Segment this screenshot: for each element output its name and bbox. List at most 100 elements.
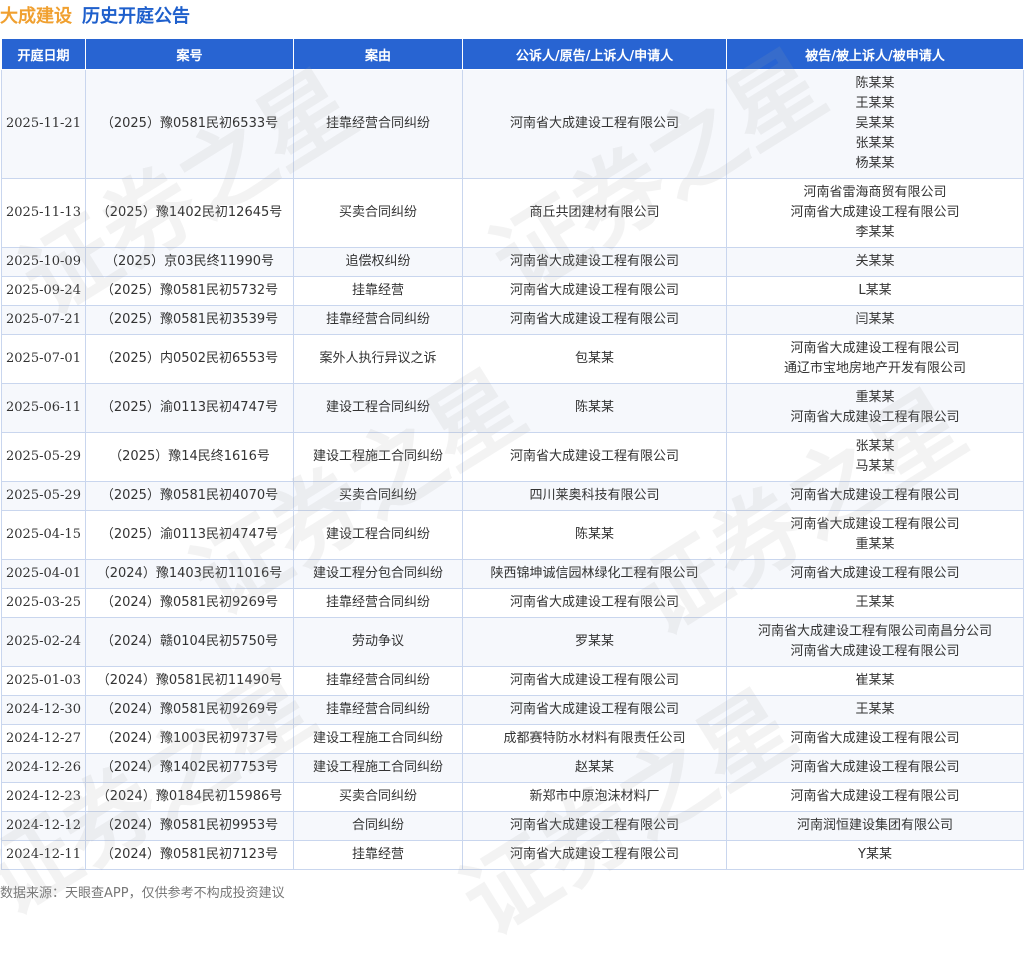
cause-cell: 案外人执行异议之诉 xyxy=(293,334,463,384)
cause-cell: 建设工程分包合同纠纷 xyxy=(293,559,463,589)
cause-cell: 追偿权纠纷 xyxy=(293,247,463,277)
defendant-cell: 河南省大成建设工程有限公司 通辽市宝地房地产开发有限公司 xyxy=(726,334,1024,384)
table-row: 2025-07-01 （2025）内0502民初6553号 案外人执行异议之诉 包某某… xyxy=(1,334,1024,384)
plaintiff-name: 陈某某 xyxy=(574,400,614,415)
hearing-date-cell: 2024-12-12 xyxy=(1,811,86,841)
defendant-cell: 闫某某 xyxy=(726,305,1024,335)
defendant-cell: L某某 xyxy=(726,276,1024,306)
cause-cell: 买卖合同纠纷 xyxy=(293,481,463,511)
data-source-note: 数据来源：天眼查APP，仅供参考不构成投资建议 xyxy=(0,886,285,901)
cause-cell: 买卖合同纠纷 xyxy=(293,178,463,248)
plaintiff-cell: 河南省大成建设工程有限公司 xyxy=(462,432,727,482)
case-number-cell: （2025）豫0581民初3539号 xyxy=(85,305,294,335)
defendant-name: L某某 xyxy=(858,283,892,298)
defendant-name: 吴某某 xyxy=(855,116,895,131)
case-number-cell: （2025）渝0113民初4747号 xyxy=(85,510,294,560)
plaintiff-name: 新郑市中原泡沫材料厂 xyxy=(529,789,660,804)
defendant-cell: 河南省大成建设工程有限公司 xyxy=(726,782,1024,812)
defendant-cell: 陈某某王某某吴某某张某某杨某某 xyxy=(726,69,1024,179)
hearing-date-cell: 2025-02-24 xyxy=(1,617,86,667)
plaintiff-name: 成都赛特防水材料有限责任公司 xyxy=(503,731,686,746)
defendant-name: 河南省大成建设工程有限公司 xyxy=(790,760,960,775)
defendant-name: 河南省大成建设工程有限公司 xyxy=(790,731,960,746)
table-row: 2025-10-09 （2025）京03民终11990号 追偿权纠纷 河南省大成建设工… xyxy=(1,247,1024,277)
plaintiff-cell: 四川莱奥科技有限公司 xyxy=(462,481,727,511)
table-row: 2025-02-24 （2024）赣0104民初5750号 劳动争议 罗某某 河南省大成… xyxy=(1,617,1024,667)
defendant-name: 李某某 xyxy=(855,225,895,240)
plaintiff-cell: 河南省大成建设工程有限公司 xyxy=(462,840,727,870)
cause-cell: 建设工程施工合同纠纷 xyxy=(293,753,463,783)
cause-cell: 挂靠经营合同纠纷 xyxy=(293,695,463,725)
plaintiff-cell: 包某某 xyxy=(462,334,727,384)
plaintiff-cell: 陈某某 xyxy=(462,510,727,560)
plaintiff-cell: 河南省大成建设工程有限公司 xyxy=(462,276,727,306)
defendant-name: 杨某某 xyxy=(855,156,895,171)
defendant-name: 河南省大成建设工程有限公司 xyxy=(790,341,960,356)
hearing-date-cell: 2024-12-23 xyxy=(1,782,86,812)
table-row: 2025-11-21 （2025）豫0581民初6533号 挂靠经营合同纠纷 河南省大… xyxy=(1,69,1024,179)
hearing-date-cell: 2025-09-24 xyxy=(1,276,86,306)
plaintiff-cell: 河南省大成建设工程有限公司 xyxy=(462,811,727,841)
plaintiff-cell: 河南省大成建设工程有限公司 xyxy=(462,695,727,725)
hearing-date-cell: 2024-12-30 xyxy=(1,695,86,725)
table-header-row: 开庭日期 案号 案由 公诉人/原告/上诉人/申请人 被告/被上诉人/被申请人 xyxy=(1,38,1024,70)
hearing-date-cell: 2025-06-11 xyxy=(1,383,86,433)
cause-cell: 建设工程施工合同纠纷 xyxy=(293,724,463,754)
hearing-date-cell: 2025-03-25 xyxy=(1,588,86,618)
cause-cell: 挂靠经营合同纠纷 xyxy=(293,588,463,618)
defendant-name: 陈某某 xyxy=(855,76,895,91)
defendant-name: 王某某 xyxy=(855,96,895,111)
company-name: 大成建设 xyxy=(0,6,72,27)
cause-cell: 挂靠经营 xyxy=(293,840,463,870)
defendant-cell: 河南省大成建设工程有限公司 xyxy=(726,559,1024,589)
defendant-name: 张某某 xyxy=(855,136,895,151)
cause-cell: 劳动争议 xyxy=(293,617,463,667)
defendant-name: 张某某 xyxy=(855,439,895,454)
column-header-case-number: 案号 xyxy=(85,38,294,70)
plaintiff-name: 河南省大成建设工程有限公司 xyxy=(509,702,679,717)
case-number-cell: （2024）豫0184民初15986号 xyxy=(85,782,294,812)
defendant-name: 重某某 xyxy=(855,390,895,405)
defendant-name: 重某某 xyxy=(855,537,895,552)
case-number-cell: （2025）内0502民初6553号 xyxy=(85,334,294,384)
plaintiff-name: 河南省大成建设工程有限公司 xyxy=(509,283,679,298)
defendant-name: 河南润恒建设集团有限公司 xyxy=(796,818,953,833)
defendant-name: 河南省大成建设工程有限公司 xyxy=(790,789,960,804)
table-row: 2024-12-30 （2024）豫0581民初9269号 挂靠经营合同纠纷 河南省大… xyxy=(1,695,1024,725)
defendant-cell: 河南省大成建设工程有限公司 xyxy=(726,753,1024,783)
plaintiff-name: 河南省大成建设工程有限公司 xyxy=(509,818,679,833)
defendant-name: 河南省大成建设工程有限公司 xyxy=(790,205,960,220)
table-row: 2025-01-03 （2024）豫0581民初11490号 挂靠经营合同纠纷 河南省… xyxy=(1,666,1024,696)
plaintiff-name: 四川莱奥科技有限公司 xyxy=(529,488,660,503)
defendant-name: 马某某 xyxy=(855,459,895,474)
table-row: 2025-06-11 （2025）渝0113民初4747号 建设工程合同纠纷 陈某某 重… xyxy=(1,383,1024,433)
defendant-name: 河南省雷海商贸有限公司 xyxy=(803,185,947,200)
plaintiff-name: 河南省大成建设工程有限公司 xyxy=(509,595,679,610)
case-number-cell: （2024）豫0581民初9953号 xyxy=(85,811,294,841)
defendant-cell: Y某某 xyxy=(726,840,1024,870)
defendant-cell: 重某某 河南省大成建设工程有限公司 xyxy=(726,383,1024,433)
plaintiff-cell: 罗某某 xyxy=(462,617,727,667)
defendant-cell: 河南省大成建设工程有限公司 xyxy=(726,481,1024,511)
hearing-date-cell: 2025-11-21 xyxy=(1,69,86,179)
cause-cell: 挂靠经营 xyxy=(293,276,463,306)
case-number-cell: （2025）豫0581民初6533号 xyxy=(85,69,294,179)
cause-cell: 买卖合同纠纷 xyxy=(293,782,463,812)
plaintiff-name: 河南省大成建设工程有限公司 xyxy=(509,116,679,131)
defendant-cell: 王某某 xyxy=(726,695,1024,725)
column-header-date: 开庭日期 xyxy=(1,38,86,70)
case-number-cell: （2024）豫1003民初9737号 xyxy=(85,724,294,754)
plaintiff-name: 赵某某 xyxy=(574,760,614,775)
table-body: 2025-11-21 （2025）豫0581民初6533号 挂靠经营合同纠纷 河南省大… xyxy=(1,69,1024,870)
cause-cell: 挂靠经营合同纠纷 xyxy=(293,305,463,335)
column-header-cause: 案由 xyxy=(293,38,463,70)
case-number-cell: （2024）豫0581民初11490号 xyxy=(85,666,294,696)
defendant-cell: 河南省大成建设工程有限公司南昌分公司 河南省大成建设工程有限公司 xyxy=(726,617,1024,667)
table-row: 2024-12-26 （2024）豫1402民初7753号 建设工程施工合同纠纷 赵某… xyxy=(1,753,1024,783)
case-number-cell: （2025）渝0113民初4747号 xyxy=(85,383,294,433)
cause-cell: 挂靠经营合同纠纷 xyxy=(293,666,463,696)
title-row: 大成建设 历史开庭公告 xyxy=(0,0,1024,30)
case-number-cell: （2025）豫14民终1616号 xyxy=(85,432,294,482)
cause-cell: 建设工程合同纠纷 xyxy=(293,383,463,433)
case-number-cell: （2024）赣0104民初5750号 xyxy=(85,617,294,667)
